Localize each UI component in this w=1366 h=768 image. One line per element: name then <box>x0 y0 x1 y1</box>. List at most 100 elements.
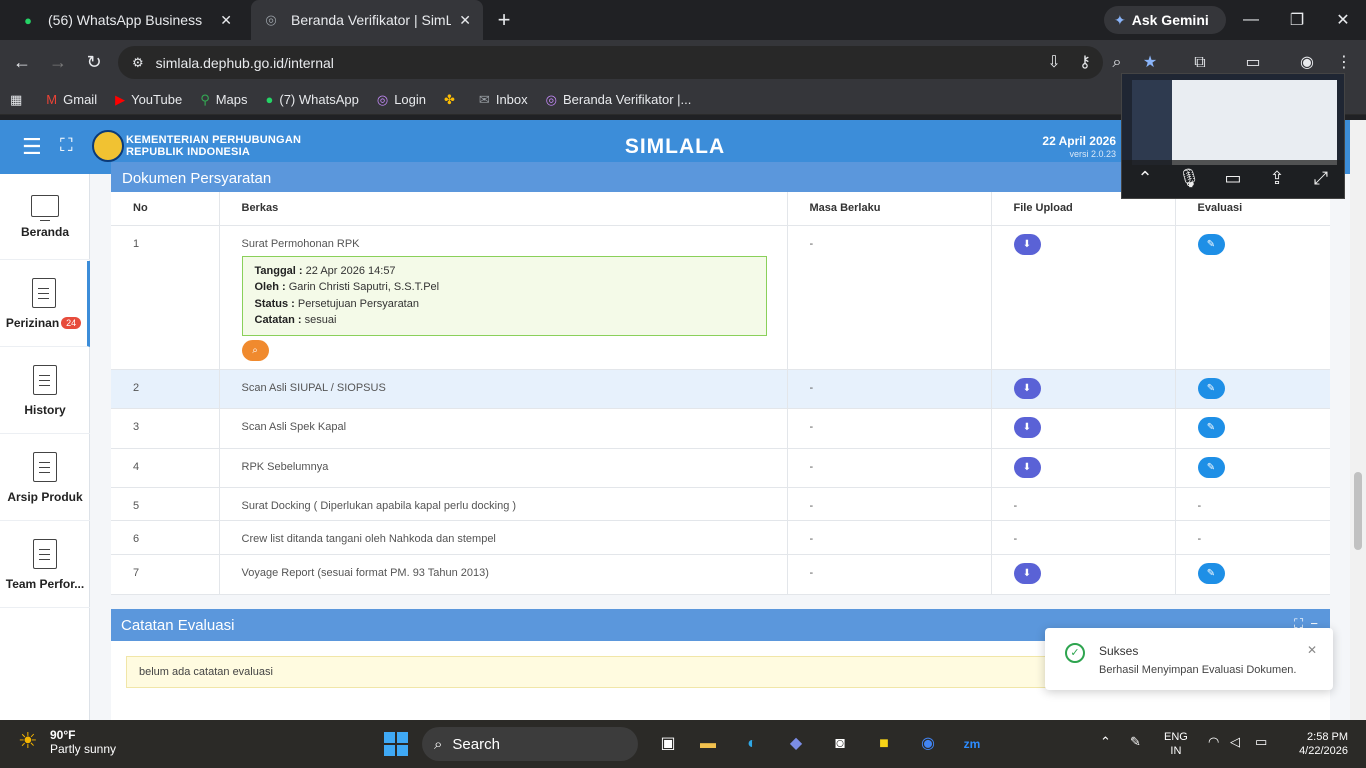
zoom-app-icon[interactable]: zm <box>958 730 986 758</box>
edit-evaluation-button[interactable]: ✎ <box>1197 456 1225 478</box>
page-scrollbar[interactable] <box>1350 120 1366 720</box>
copilot-icon[interactable]: ◆ <box>782 730 810 758</box>
mic-off-icon[interactable]: 🎙 <box>1176 168 1202 189</box>
edit-evaluation-button[interactable]: ✎ <box>1197 562 1225 584</box>
sidebar-item-team-performance[interactable]: Team Perfor... <box>0 522 90 608</box>
bookmark-inbox[interactable]: ✉ Inbox <box>479 92 528 108</box>
battery-icon[interactable]: ▭ <box>1255 734 1267 750</box>
wifi-icon[interactable]: ◠ <box>1208 734 1219 750</box>
weather-widget[interactable]: ☀ 90°F Partly sunny <box>18 728 116 756</box>
bookmark-youtube[interactable]: ▶ YouTube <box>115 92 182 108</box>
bookmark-gmail[interactable]: M Gmail <box>46 92 97 107</box>
taskbar-search[interactable]: ⌕ Search <box>422 727 638 761</box>
gemini-icon: ✦ <box>1114 11 1126 28</box>
sidebar-item-beranda[interactable]: Beranda <box>0 174 90 260</box>
check-circle-icon: ✓ <box>1065 643 1085 663</box>
detail-label: Tanggal : <box>254 264 303 277</box>
row-number: 7 <box>111 554 220 595</box>
download-button[interactable]: ⬇ <box>1013 377 1041 399</box>
bookmark-whatsapp[interactable]: ● (7) WhatsApp <box>266 92 359 107</box>
sidebar-item-label: Beranda <box>20 224 70 239</box>
minimize-button[interactable]: — <box>1228 0 1274 40</box>
new-tab-button[interactable]: + <box>492 8 516 32</box>
windows-start-icon[interactable] <box>384 732 408 756</box>
camera-off-icon[interactable]: ▭ <box>1220 168 1246 189</box>
pen-icon[interactable]: ✎ <box>1130 734 1141 750</box>
column-header: No <box>111 192 220 226</box>
close-icon[interactable]: ✕ <box>459 12 471 29</box>
sidebar-item-perizinan[interactable]: Perizinan 24 <box>0 261 90 347</box>
tab-whatsapp-business[interactable]: ● (56) WhatsApp Business ✕ <box>8 0 244 40</box>
sidebar-item-history[interactable]: History <box>0 348 90 434</box>
bookmark-label: Login <box>394 92 427 107</box>
chrome-icon[interactable]: ◉ <box>914 730 942 758</box>
camera-app-icon[interactable]: ◙ <box>826 730 854 758</box>
download-button[interactable]: ⬇ <box>1013 562 1041 584</box>
sidebar-item-label: History <box>24 402 66 417</box>
chevron-up-icon[interactable]: ⌃ <box>1100 734 1111 750</box>
row-number: 2 <box>111 369 220 409</box>
apps-grid-icon[interactable]: ▦ <box>10 92 22 108</box>
close-icon[interactable]: ✕ <box>220 12 232 29</box>
task-view-icon[interactable]: ▣ <box>654 730 682 758</box>
windows-taskbar: ☀ 90°F Partly sunny ⌕ Search ▣ ▬ ◐ ◆ ◙ ■… <box>0 720 1366 768</box>
expand-icon[interactable]: ⤢ <box>1308 168 1334 189</box>
tab-beranda-verifikator[interactable]: ◎ Beranda Verifikator | SimLala ✕ <box>251 0 483 40</box>
back-button[interactable]: ← <box>10 50 34 74</box>
edit-evaluation-button[interactable]: ✎ <box>1197 416 1225 438</box>
bookmark-maps[interactable]: ⚲ Maps <box>200 92 247 108</box>
download-button[interactable]: ⬇ <box>1013 456 1041 478</box>
system-clock[interactable]: 2:58 PM 4/22/2026 <box>1290 730 1348 758</box>
maximize-button[interactable]: ❐ <box>1274 0 1320 40</box>
menu-icon[interactable]: ⋮ <box>1333 52 1355 74</box>
ask-gemini-button[interactable]: ✦ Ask Gemini <box>1104 6 1226 34</box>
file-explorer-icon[interactable]: ▬ <box>694 730 722 758</box>
close-window-button[interactable]: ✕ <box>1320 0 1366 40</box>
language-indicator[interactable]: ENG IN <box>1164 730 1188 758</box>
edit-evaluation-button[interactable]: ✎ <box>1197 233 1225 255</box>
site-info-icon[interactable]: ⚙ <box>132 55 144 71</box>
bookmark-star-icon[interactable]: ★ <box>1139 52 1161 74</box>
sidebar: Beranda Perizinan 24 History Arsip Produk… <box>0 174 90 720</box>
detail-date: 22 Apr 2026 14:57 <box>305 264 396 277</box>
documents-table: No Berkas Masa Berlaku File Upload Evalu… <box>111 192 1330 595</box>
bookmark-label: (7) WhatsApp <box>279 92 359 107</box>
search-history-button[interactable]: ⌕ <box>241 339 269 361</box>
bookmark-pinwheel[interactable]: ✤ <box>444 92 461 108</box>
globe-icon: ◎ <box>376 91 389 107</box>
zoom-icon[interactable]: ⌕ <box>1106 52 1128 74</box>
share-screen-icon[interactable]: ⇪ <box>1264 168 1290 189</box>
validity-cell: - <box>787 487 992 521</box>
scrollbar-thumb[interactable] <box>1354 472 1362 550</box>
tab-search-icon[interactable]: ▭ <box>1242 52 1264 74</box>
toast-message: Berhasil Menyimpan Evaluasi Dokumen. <box>1099 664 1297 676</box>
whatsapp-icon: ● <box>265 92 274 107</box>
ask-gemini-label: Ask Gemini <box>1131 12 1209 28</box>
profile-avatar[interactable]: ◉ <box>1296 52 1318 74</box>
sidebar-item-arsip-produk[interactable]: Arsip Produk <box>0 435 90 521</box>
volume-icon[interactable]: ◁ <box>1230 734 1240 750</box>
forward-button[interactable]: → <box>46 50 70 74</box>
chevron-up-icon[interactable]: ⌃ <box>1132 168 1158 189</box>
table-row: 5 Surat Docking ( Diperlukan apabila kap… <box>111 487 1330 521</box>
edge-icon[interactable]: ◐ <box>738 730 766 758</box>
edit-evaluation-button[interactable]: ✎ <box>1197 377 1225 399</box>
sticky-notes-icon[interactable]: ■ <box>870 730 898 758</box>
picture-in-picture-window[interactable]: ⌃ 🎙 ▭ ⇪ ⤢ <box>1121 73 1345 199</box>
password-key-icon[interactable]: ⚷ <box>1074 52 1096 74</box>
clock-date: 4/22/2026 <box>1299 745 1348 757</box>
bookmark-beranda-verifikator[interactable]: ◎ Beranda Verifikator |... <box>546 92 692 108</box>
document-icon <box>33 364 57 395</box>
document-icon <box>31 277 56 308</box>
close-icon[interactable]: ✕ <box>1307 643 1317 657</box>
mail-icon: ✉ <box>478 91 490 107</box>
pip-preview-sidebar <box>1132 80 1172 165</box>
extensions-icon[interactable]: ⧉ <box>1189 52 1211 74</box>
sidebar-item-label: Team Perfor... <box>5 576 85 591</box>
address-bar[interactable]: ⚙ simlala.dephub.go.id/internal <box>118 46 1103 79</box>
download-button[interactable]: ⬇ <box>1013 416 1041 438</box>
install-app-icon[interactable]: ⇩ <box>1043 52 1065 74</box>
reload-button[interactable]: ↻ <box>82 50 106 74</box>
download-button[interactable]: ⬇ <box>1013 233 1041 255</box>
bookmark-login[interactable]: ◎ Login <box>377 92 426 108</box>
